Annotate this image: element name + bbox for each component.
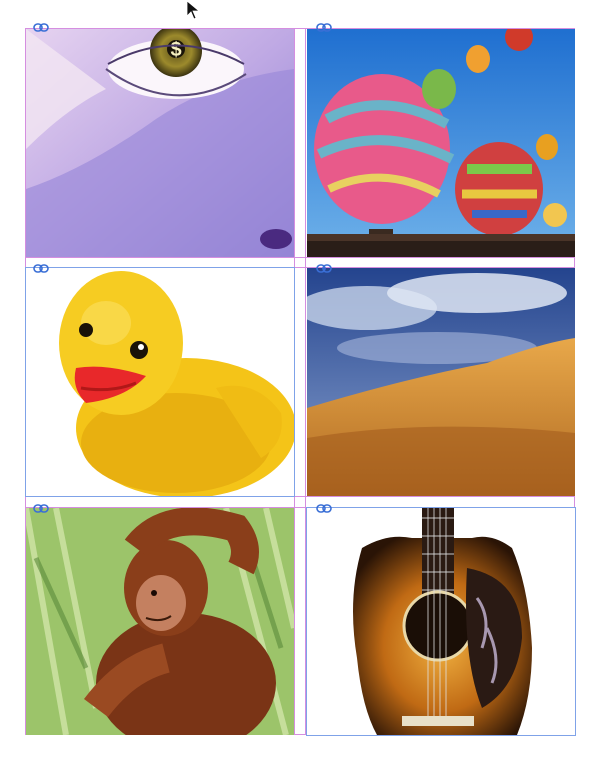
link-icon[interactable] (316, 264, 332, 273)
arrow-pointer-icon (186, 0, 201, 20)
image-frame-balloons[interactable] (307, 29, 575, 257)
link-icon[interactable] (33, 264, 49, 273)
svg-text:$: $ (170, 39, 181, 61)
link-icon[interactable] (33, 23, 49, 32)
balloons-image (307, 29, 575, 257)
image-frame-orangutan[interactable] (26, 508, 294, 735)
link-icon[interactable] (316, 504, 332, 513)
duck-image (26, 268, 294, 496)
layout-page: $ (0, 0, 600, 758)
guitar-image (307, 508, 575, 735)
image-frame-eye[interactable]: $ (26, 29, 294, 257)
image-frame-duck[interactable] (25, 267, 295, 497)
row-guide-1 (25, 257, 575, 258)
eye-image: $ (26, 29, 294, 257)
link-icon[interactable] (316, 23, 332, 32)
row-guide-2 (25, 496, 575, 497)
desert-image (307, 268, 575, 496)
link-icon[interactable] (33, 504, 49, 513)
column-gutter-guide (294, 28, 306, 735)
image-frame-desert[interactable] (307, 268, 575, 496)
image-frame-guitar[interactable] (306, 507, 576, 736)
orangutan-image (26, 508, 294, 735)
